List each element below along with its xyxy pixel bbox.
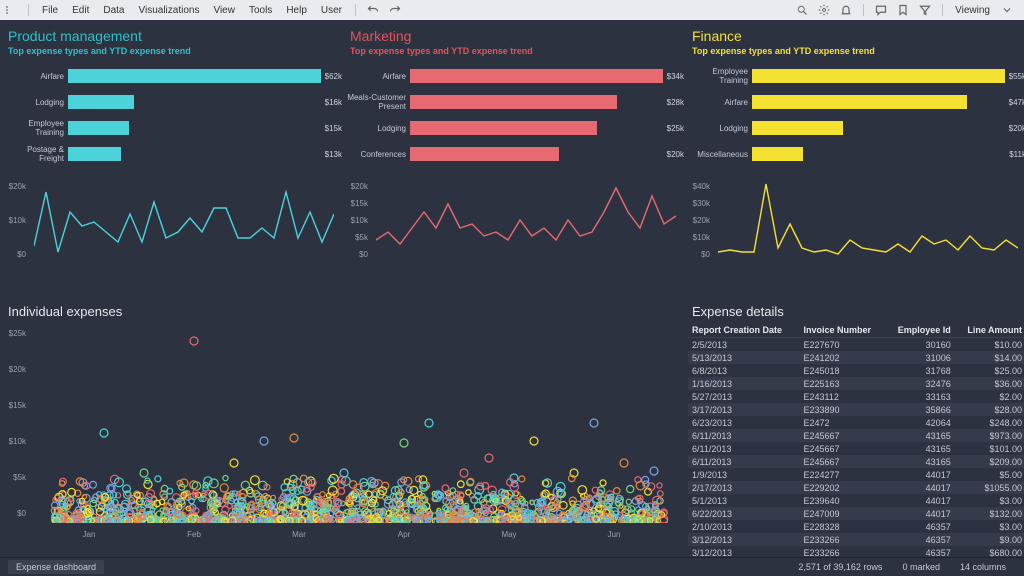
bar-label: Miscellaneous — [688, 150, 752, 159]
menu-handle-icon[interactable] — [6, 6, 14, 14]
panel-title: Product management — [8, 28, 342, 44]
panel-title: Individual expenses — [8, 304, 684, 319]
panel-expense-details: Expense details Report Creation Date Inv… — [688, 300, 1024, 544]
bar-label: Conferences — [346, 150, 410, 159]
status-marked: 0 marked — [902, 562, 940, 572]
col-employee[interactable]: Employee Id — [885, 323, 954, 338]
bar-value: $11k — [1009, 150, 1024, 159]
bar-value: $28k — [667, 98, 684, 107]
mode-label[interactable]: Viewing — [949, 5, 996, 16]
panel-product-management: Product management Top expense types and… — [4, 24, 342, 296]
redo-icon[interactable] — [388, 3, 402, 17]
table-row[interactable]: 6/23/2013E247242064$248.00 — [688, 416, 1024, 429]
bar-value: $16k — [325, 98, 342, 107]
status-bar: Expense dashboard 2,571 of 39,162 rows 0… — [0, 557, 1024, 576]
table-row[interactable]: 6/11/2013E24566743165$973.00 — [688, 429, 1024, 442]
table-row[interactable]: 2/5/2013E22767030160$10.00 — [688, 338, 1024, 352]
col-date[interactable]: Report Creation Date — [688, 323, 799, 338]
panel-subtitle: Top expense types and YTD expense trend — [8, 46, 342, 56]
table-row[interactable]: 6/11/2013E24566743165$209.00 — [688, 455, 1024, 468]
table-row[interactable]: 3/17/2013E23389035866$28.00 — [688, 403, 1024, 416]
bar-value: $20k — [1009, 124, 1024, 133]
fn-line-chart[interactable]: $40k$30k$20k$10k$0 — [688, 182, 1024, 272]
col-amount[interactable]: Line Amount — [955, 323, 1024, 338]
bar-label: Airfare — [346, 72, 410, 81]
menu-data[interactable]: Data — [96, 5, 131, 16]
bar-value: $20k — [667, 150, 684, 159]
table-row[interactable]: 3/12/2013E23326646357$9.00 — [688, 533, 1024, 546]
bar-value: $13k — [325, 150, 342, 159]
panel-title: Expense details — [692, 304, 1024, 319]
pm-line-chart[interactable]: $20k$10k$0 — [4, 182, 342, 272]
panel-subtitle: Top expense types and YTD expense trend — [350, 46, 684, 56]
menu-file[interactable]: File — [35, 5, 65, 16]
panel-subtitle: Top expense types and YTD expense trend — [692, 46, 1024, 56]
panel-marketing: Marketing Top expense types and YTD expe… — [346, 24, 684, 296]
pm-bar-chart[interactable]: Airfare $62k Lodging $16k Employee Trainin… — [4, 64, 342, 176]
fn-bar-chart[interactable]: Employee Training $55k Airfare $47k Lodgin… — [688, 64, 1024, 176]
bar-label: Employee Training — [688, 67, 752, 85]
menu-help[interactable]: Help — [279, 5, 314, 16]
filter-icon[interactable] — [918, 3, 932, 17]
search-icon[interactable] — [795, 3, 809, 17]
table-row[interactable]: 2/17/2013E22920244017$1055.00 — [688, 481, 1024, 494]
bar-value: $55k — [1009, 72, 1024, 81]
menu-edit[interactable]: Edit — [65, 5, 96, 16]
gear-icon[interactable] — [817, 3, 831, 17]
col-invoice[interactable]: Invoice Number — [799, 323, 885, 338]
bell-icon[interactable] — [839, 3, 853, 17]
bar-label: Airfare — [688, 98, 752, 107]
bar-value: $62k — [325, 72, 342, 81]
panel-title: Finance — [692, 28, 1024, 44]
page-tab[interactable]: Expense dashboard — [8, 560, 104, 574]
table-row[interactable]: 5/13/2013E24120231006$14.00 — [688, 351, 1024, 364]
expense-table[interactable]: Report Creation Date Invoice Number Empl… — [688, 323, 1024, 576]
bar-label: Lodging — [688, 124, 752, 133]
bar-value: $47k — [1009, 98, 1024, 107]
bar-label: Airfare — [4, 72, 68, 81]
table-row[interactable]: 1/9/2013E22427744017$5.00 — [688, 468, 1024, 481]
menu-view[interactable]: View — [206, 5, 242, 16]
table-row[interactable]: 6/11/2013E24566743165$101.00 — [688, 442, 1024, 455]
menu-tools[interactable]: Tools — [242, 5, 279, 16]
mk-bar-chart[interactable]: Airfare $34k Meals-Customer Present $28k L… — [346, 64, 684, 176]
bar-label: Postage & Freight — [4, 145, 68, 163]
bar-label: Meals-Customer Present — [346, 93, 410, 111]
table-row[interactable]: 5/27/2013E24311233163$2.00 — [688, 390, 1024, 403]
scatter-chart[interactable]: $25k $20k $15k $10k $5k $0 Jan Feb Mar A… — [4, 323, 684, 541]
panel-title: Marketing — [350, 28, 684, 44]
status-columns: 14 columns — [960, 562, 1006, 572]
panel-finance: Finance Top expense types and YTD expens… — [688, 24, 1024, 296]
bar-label: Lodging — [4, 98, 68, 107]
bar-label: Lodging — [346, 124, 410, 133]
status-rowcount: 2,571 of 39,162 rows — [798, 562, 882, 572]
bar-value: $34k — [667, 72, 684, 81]
undo-icon[interactable] — [366, 3, 380, 17]
table-row[interactable]: 2/10/2013E22832846357$3.00 — [688, 520, 1024, 533]
menu-user[interactable]: User — [314, 5, 349, 16]
menubar: File Edit Data Visualizations View Tools… — [0, 0, 1024, 20]
bar-value: $25k — [667, 124, 684, 133]
panel-individual-expenses: Individual expenses $25k $20k $15k $10k … — [4, 300, 684, 544]
table-row[interactable]: 6/22/2013E24700944017$132.00 — [688, 507, 1024, 520]
bar-value: $15k — [325, 124, 342, 133]
table-row[interactable]: 5/1/2013E23964044017$3.00 — [688, 494, 1024, 507]
bar-label: Employee Training — [4, 119, 68, 137]
table-row[interactable]: 1/16/2013E22516332476$36.00 — [688, 377, 1024, 390]
menu-visualizations[interactable]: Visualizations — [131, 5, 206, 16]
comment-icon[interactable] — [874, 3, 888, 17]
bookmark-icon[interactable] — [896, 3, 910, 17]
chevron-down-icon[interactable] — [1000, 3, 1014, 17]
mk-line-chart[interactable]: $20k$15k$10k$5k$0 — [346, 182, 684, 272]
table-row[interactable]: 6/8/2013E24501831768$25.00 — [688, 364, 1024, 377]
